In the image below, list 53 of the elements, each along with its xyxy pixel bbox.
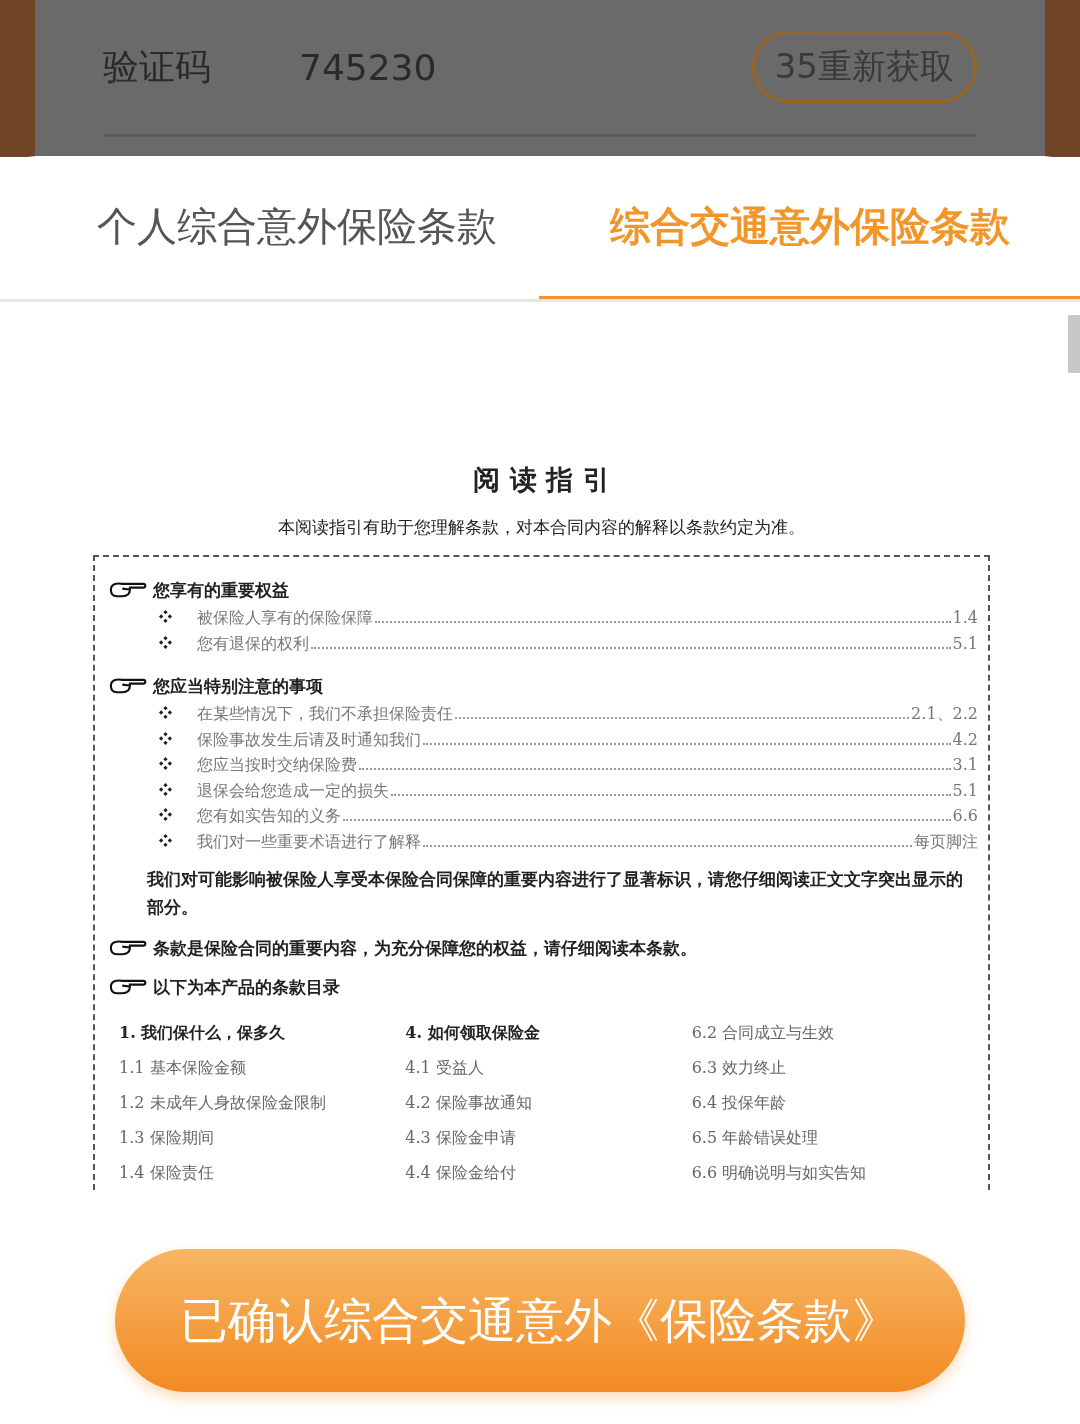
toc-entry[interactable]: 6.3 效力终止 — [691, 1050, 978, 1085]
clause-reference: 5.1 — [952, 780, 978, 800]
diamond-bullet-icon — [159, 782, 172, 796]
pointing-hand-icon — [109, 978, 147, 997]
toc-entry[interactable]: 6.4 投保年龄 — [691, 1085, 978, 1120]
guide-item: 您有如实告知的义务 — [197, 806, 341, 827]
diamond-bullet-icon — [159, 610, 172, 623]
pointing-hand-icon — [109, 939, 147, 958]
pointing-hand-icon — [109, 677, 147, 696]
diamond-bullet-icon — [159, 833, 172, 847]
diamond-bullet-icon — [159, 757, 172, 770]
section-heading: 您应当特别注意的事项 — [153, 675, 323, 698]
toc-entry[interactable]: 6.5 年龄错误处理 — [691, 1120, 978, 1155]
guide-item: 您有退保的权利 — [197, 633, 309, 655]
diamond-bullet-icon — [159, 808, 172, 821]
toc-entry[interactable]: 4.4 保险金给付 — [405, 1155, 692, 1190]
toc-entry[interactable]: 1.2 未成年人身故保险金限制 — [119, 1085, 406, 1120]
clause-reference: 5.1 — [952, 633, 978, 653]
toc-entry[interactable]: 1.4 保险责任 — [119, 1155, 406, 1190]
guide-item: 保险事故发生后请及时通知我们 — [197, 729, 421, 751]
clause-reference: 2.1、2.2 — [911, 704, 978, 725]
pointing-hand-icon — [109, 581, 147, 600]
guide-item: 您应当按时交纳保险费 — [197, 755, 357, 776]
toc-entry[interactable]: 6.6 明确说明与如实告知 — [691, 1155, 978, 1190]
toc-entry[interactable]: 1.1 基本保险金额 — [119, 1050, 406, 1085]
guide-item: 我们对一些重要术语进行了解释 — [197, 831, 421, 853]
section-heading: 以下为本产品的条款目录 — [153, 976, 340, 999]
guide-item: 被保险人享有的保险保障 — [197, 608, 373, 629]
document-title: 阅 读 指 引 — [472, 463, 611, 497]
clause-reference: 1.4 — [952, 608, 978, 627]
clause-reference: 3.1 — [952, 755, 978, 774]
toc-entry[interactable]: 4. 如何领取保险金 — [405, 1015, 692, 1050]
toc-entry[interactable]: 4.2 保险事故通知 — [405, 1085, 692, 1120]
section-heading: 条款是保险合同的重要内容，为充分保障您的权益，请仔细阅读本条款。 — [153, 937, 697, 960]
scrollbar[interactable] — [1068, 315, 1080, 373]
tab[interactable]: 个人综合意外保险条款 — [55, 156, 539, 299]
section-heading: 您享有的重要权益 — [153, 579, 289, 602]
document-intro: 本阅读指引有助于您理解条款，对本合同内容的解释以条款约定为准。 — [277, 516, 806, 539]
clause-reference: 每页脚注 — [914, 831, 978, 853]
diamond-bullet-icon — [159, 635, 172, 649]
clause-reference: 4.2 — [952, 729, 978, 749]
toc-entry[interactable]: 1.3 保险期间 — [119, 1120, 406, 1155]
guide-item: 退保会给您造成一定的损失 — [197, 780, 389, 802]
clause-reference: 6.6 — [952, 806, 978, 825]
toc-entry[interactable]: 1. 我们保什么，保多久 — [119, 1015, 406, 1050]
guide-item: 在某些情况下，我们不承担保险责任 — [197, 704, 453, 725]
toc-entry[interactable]: 4.3 保险金申请 — [405, 1120, 692, 1155]
toc-entry[interactable]: 4.1 受益人 — [405, 1050, 692, 1085]
diamond-bullet-icon — [159, 731, 172, 745]
verification-code-label: 验证码 — [103, 44, 212, 89]
note-paragraph: 我们对可能影响被保险人享受本保险合同保障的重要内容进行了显著标识，请您仔细阅读正文文字突出显示的部分。 — [146, 868, 964, 919]
diamond-bullet-icon — [159, 706, 172, 719]
toc-entry[interactable]: 6.2 合同成立与生效 — [691, 1015, 978, 1050]
